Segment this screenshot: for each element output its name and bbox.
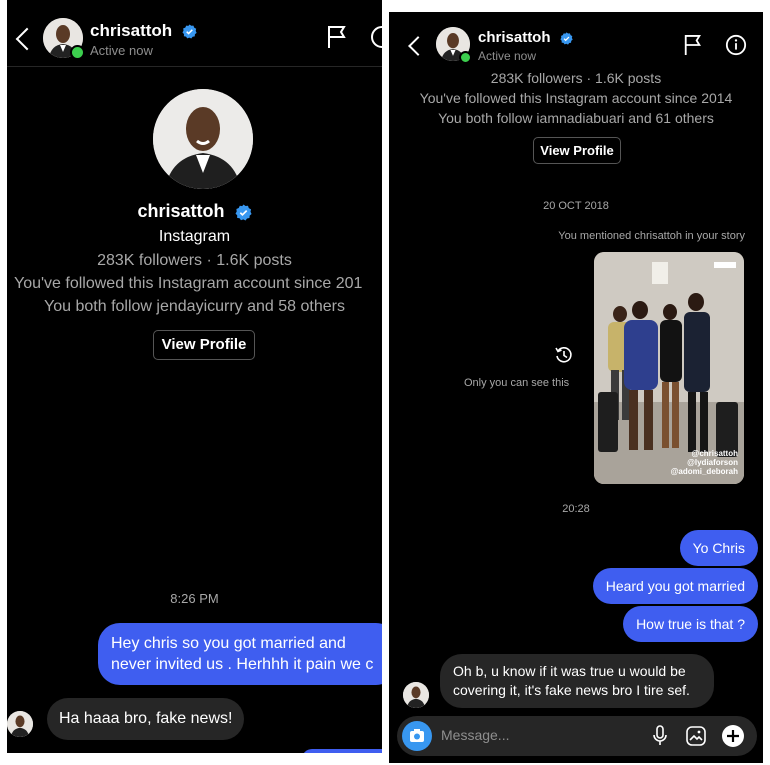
- chat-header: chrisattoh Active now: [7, 0, 382, 67]
- message-text: Hey chris so you got married and: [111, 635, 346, 652]
- active-status: Active now: [478, 49, 537, 63]
- mutual-followers: You both follow iamnadiabuari and 61 oth…: [438, 110, 714, 126]
- message-text: Ha haaa bro, fake news!: [59, 710, 233, 727]
- verified-badge-icon: [182, 24, 197, 39]
- received-message-bubble[interactable]: Oh b, u know if it was true u would be c…: [440, 654, 714, 708]
- back-chevron-icon[interactable]: [15, 27, 39, 51]
- verified-badge-icon: [235, 204, 252, 221]
- mutual-followers: You both follow jendayicurry and 58 othe…: [44, 298, 345, 315]
- camera-icon: [410, 729, 424, 742]
- sent-message-bubble[interactable]: Yo Chris: [679, 530, 758, 566]
- header-username[interactable]: chrisattoh: [478, 29, 573, 46]
- left-dm-screenshot: chrisattoh Active now chrisattoh Instagr…: [7, 0, 382, 753]
- chat-header: chrisattoh Active now: [389, 12, 763, 72]
- back-chevron-icon[interactable]: [408, 36, 428, 56]
- message-text: Heard you got married: [605, 578, 745, 594]
- sent-message-bubble[interactable]: Hey chris so you got married and never i…: [98, 623, 382, 685]
- received-message-bubble[interactable]: Ha haaa bro, fake news!: [47, 698, 245, 740]
- add-icon[interactable]: [721, 724, 745, 748]
- only-you-note: Only you can see this: [464, 377, 570, 389]
- followed-since: You've followed this Instagram account s…: [14, 275, 363, 292]
- message-timestamp: 8:26 PM: [170, 591, 219, 606]
- sent-message-bubble[interactable]: How true is that ?: [623, 606, 758, 642]
- message-text: never invited us . Herhhh it pain we c: [111, 656, 374, 673]
- message-text: Oh b, u know if it was true u would be: [453, 663, 686, 679]
- sent-message-bubble[interactable]: Heard you got married: [592, 568, 758, 604]
- right-dm-screenshot: chrisattoh Active now 283K followers · 1…: [389, 12, 763, 763]
- story-mention-tags: @chrisattoh @lydiaforson @adomi_deborah: [670, 449, 738, 476]
- message-text: Yo Chris: [692, 540, 745, 556]
- info-icon[interactable]: [370, 25, 382, 49]
- camera-button[interactable]: [402, 721, 432, 751]
- active-status: Active now: [90, 43, 153, 58]
- story-thumbnail[interactable]: @chrisattoh @lydiaforson @adomi_deborah: [594, 252, 744, 484]
- sender-avatar: [7, 711, 33, 737]
- followed-since: You've followed this Instagram account s…: [419, 90, 733, 106]
- view-profile-button[interactable]: View Profile: [533, 137, 621, 164]
- partial-sent-bubble: [302, 749, 382, 753]
- flag-icon[interactable]: [326, 25, 348, 49]
- back-chevron-icon: [399, 5, 405, 11]
- message-input[interactable]: Message...: [441, 727, 509, 743]
- header-username[interactable]: chrisattoh: [90, 21, 197, 41]
- online-indicator: [70, 45, 85, 60]
- flag-icon[interactable]: [683, 34, 703, 56]
- profile-stats: 283K followers · 1.6K posts: [97, 252, 292, 269]
- profile-avatar[interactable]: [153, 89, 253, 189]
- microphone-icon[interactable]: [652, 725, 668, 747]
- gallery-icon[interactable]: [685, 725, 707, 747]
- story-mention-note: You mentioned chrisattoh in your story: [558, 230, 745, 242]
- profile-source: Instagram: [158, 228, 231, 245]
- message-text: How true is that ?: [636, 616, 745, 632]
- sender-avatar: [403, 682, 429, 708]
- info-icon[interactable]: [725, 34, 747, 56]
- message-timestamp: 20:28: [562, 503, 590, 515]
- history-icon: [555, 347, 572, 363]
- view-profile-button[interactable]: View Profile: [153, 330, 255, 360]
- date-divider: 20 OCT 2018: [543, 200, 609, 212]
- profile-name: chrisattoh: [7, 201, 382, 222]
- online-indicator: [459, 51, 472, 64]
- verified-badge-icon: [560, 31, 573, 45]
- profile-stats: 283K followers · 1.6K posts: [490, 70, 662, 86]
- message-composer[interactable]: Message...: [397, 716, 757, 756]
- message-text: covering it, it's fake news bro I tire s…: [453, 682, 690, 698]
